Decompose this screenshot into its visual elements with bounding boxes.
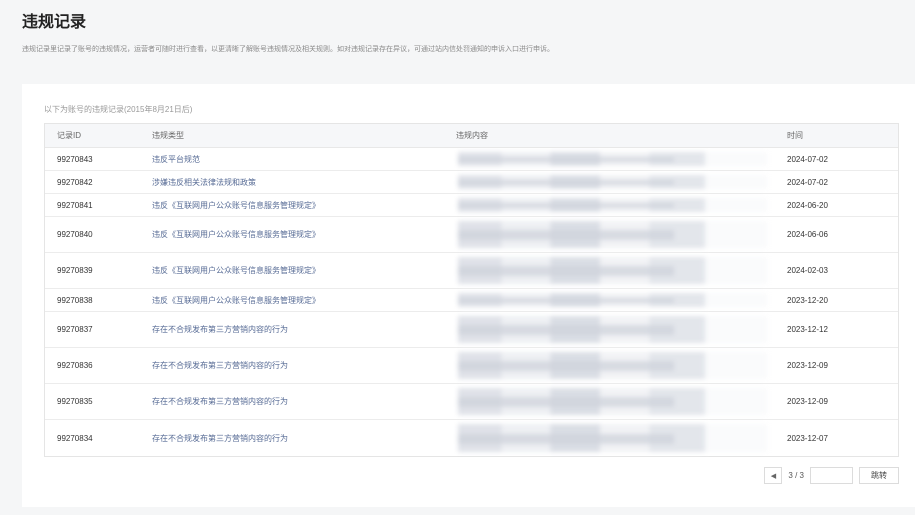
record-id: 99270837 — [57, 325, 93, 334]
record-time: 2023-12-07 — [787, 433, 828, 443]
record-id: 99270834 — [57, 433, 93, 443]
violation-content-blurred — [448, 420, 777, 456]
record-id: 99270839 — [57, 266, 93, 275]
violation-type-link[interactable]: 违反《互联网用户公众账号信息服务管理规定》 — [142, 229, 448, 240]
violation-type-link[interactable]: 违反《互联网用户公众账号信息服务管理规定》 — [142, 295, 448, 306]
record-id: 99270835 — [57, 397, 93, 406]
column-header-content: 违规内容 — [456, 131, 488, 140]
violation-type-link[interactable]: 违反平台规范 — [142, 154, 448, 165]
record-time: 2023-12-20 — [787, 295, 828, 305]
violation-type-link[interactable]: 违反《互联网用户公众账号信息服务管理规定》 — [142, 200, 448, 211]
record-id: 99270841 — [57, 200, 93, 210]
violation-content-blurred — [448, 384, 777, 419]
record-time: 2024-02-03 — [787, 266, 828, 275]
record-time: 2024-07-02 — [787, 177, 828, 187]
violation-type-link[interactable]: 违反《互联网用户公众账号信息服务管理规定》 — [142, 265, 448, 276]
table-row: 99270837 存在不合规发布第三方营销内容的行为 2023-12-12 — [45, 312, 898, 348]
violation-type-link[interactable]: 存在不合规发布第三方营销内容的行为 — [142, 360, 448, 371]
page-jump-input[interactable] — [810, 467, 853, 484]
pagination: ◀ 3 / 3 跳转 — [764, 467, 899, 484]
record-time: 2024-06-20 — [787, 200, 828, 210]
violation-content-blurred — [448, 348, 777, 383]
violation-table: 记录ID 违规类型 违规内容 时间 99270843 违反平台规范 2024-0… — [44, 123, 899, 457]
table-header: 记录ID 违规类型 违规内容 时间 — [45, 124, 898, 148]
violation-content-blurred — [448, 171, 777, 193]
violation-content-blurred — [448, 253, 777, 288]
table-row: 99270843 违反平台规范 2024-07-02 — [45, 148, 898, 171]
record-id: 99270840 — [57, 230, 93, 239]
table-row: 99270840 违反《互联网用户公众账号信息服务管理规定》 2024-06-0… — [45, 217, 898, 253]
violation-content-blurred — [448, 217, 777, 252]
chevron-left-icon: ◀ — [770, 472, 777, 480]
table-row: 99270836 存在不合规发布第三方营销内容的行为 2023-12-09 — [45, 348, 898, 384]
table-row: 99270841 违反《互联网用户公众账号信息服务管理规定》 2024-06-2… — [45, 194, 898, 217]
table-row: 99270835 存在不合规发布第三方营销内容的行为 2023-12-09 — [45, 384, 898, 420]
column-header-time: 时间 — [787, 131, 803, 140]
violation-content-blurred — [448, 148, 777, 170]
page-title: 违规记录 — [22, 14, 87, 31]
record-id: 99270843 — [57, 154, 93, 164]
violation-type-link[interactable]: 存在不合规发布第三方营销内容的行为 — [142, 433, 448, 444]
violation-type-link[interactable]: 涉嫌违反相关法律法规和政策 — [142, 177, 448, 188]
table-row: 99270842 涉嫌违反相关法律法规和政策 2024-07-02 — [45, 171, 898, 194]
record-time: 2023-12-09 — [787, 397, 828, 406]
violation-type-link[interactable]: 存在不合规发布第三方营销内容的行为 — [142, 324, 448, 335]
violation-records-card: 以下为账号的违规记录(2015年8月21日后) 记录ID 违规类型 违规内容 时… — [22, 84, 915, 507]
violation-content-blurred — [448, 194, 777, 216]
jump-button[interactable]: 跳转 — [859, 467, 899, 484]
record-id: 99270836 — [57, 361, 93, 370]
violation-type-link[interactable]: 存在不合规发布第三方营销内容的行为 — [142, 396, 448, 407]
violation-content-blurred — [448, 289, 777, 311]
column-header-id: 记录ID — [57, 131, 81, 140]
violation-content-blurred — [448, 312, 777, 347]
page-indicator: 3 / 3 — [788, 471, 804, 480]
record-time: 2024-07-02 — [787, 154, 828, 164]
record-time: 2023-12-09 — [787, 361, 828, 370]
table-caption: 以下为账号的违规记录(2015年8月21日后) — [44, 105, 193, 114]
record-id: 99270842 — [57, 177, 93, 187]
record-time: 2024-06-06 — [787, 230, 828, 239]
record-id: 99270838 — [57, 295, 93, 305]
table-row: 99270838 违反《互联网用户公众账号信息服务管理规定》 2023-12-2… — [45, 289, 898, 312]
table-row: 99270834 存在不合规发布第三方营销内容的行为 2023-12-07 — [45, 420, 898, 456]
table-row: 99270839 违反《互联网用户公众账号信息服务管理规定》 2024-02-0… — [45, 253, 898, 289]
record-time: 2023-12-12 — [787, 325, 828, 334]
prev-page-button[interactable]: ◀ — [764, 467, 783, 484]
column-header-type: 违规类型 — [152, 131, 184, 140]
page-description: 违规记录里记录了账号的违规情况，运营者可随时进行查看，以更清晰了解账号违规情况及… — [22, 46, 554, 53]
